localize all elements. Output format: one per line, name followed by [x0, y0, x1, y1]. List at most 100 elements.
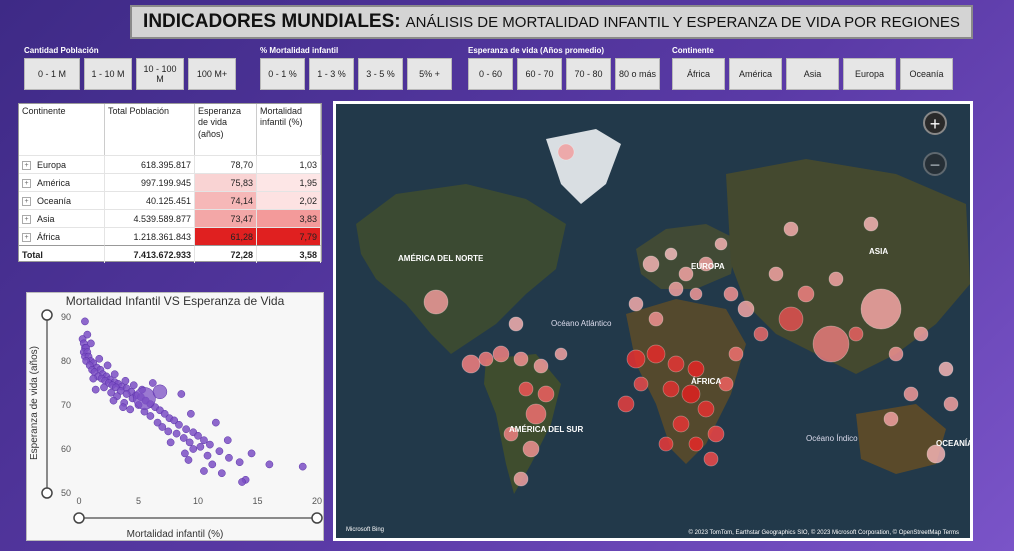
expand-icon[interactable]: +: [22, 215, 31, 225]
slicer-option-africa[interactable]: África: [672, 58, 725, 90]
scatter-point[interactable]: [206, 440, 214, 449]
scatter-point[interactable]: [122, 390, 131, 398]
map-country-bubble[interactable]: [728, 346, 744, 362]
scatter-point[interactable]: [208, 460, 217, 469]
scatter-point[interactable]: [175, 420, 183, 429]
x-range-handle-left[interactable]: [73, 512, 85, 524]
column-header-continent[interactable]: Continente: [19, 104, 105, 155]
map-country-bubble[interactable]: [860, 288, 902, 330]
map-country-bubble[interactable]: [646, 344, 666, 364]
world-map[interactable]: AMÉRICA DEL NORTE EUROPA ASIA Océano Atl…: [333, 101, 973, 541]
map-country-bubble[interactable]: [797, 285, 815, 303]
map-country-bubble[interactable]: [723, 286, 739, 302]
map-country-bubble[interactable]: [888, 346, 904, 362]
map-country-bubble[interactable]: [648, 311, 664, 327]
map-country-bubble[interactable]: [642, 255, 660, 273]
map-country-bubble[interactable]: [513, 471, 529, 487]
map-country-bubble[interactable]: [628, 296, 644, 312]
slicer-option-5pct-plus[interactable]: 5% +: [407, 58, 452, 90]
scatter-point[interactable]: [129, 381, 138, 390]
scatter-point[interactable]: [158, 423, 167, 431]
x-range-handle-right[interactable]: [311, 512, 323, 524]
scatter-point[interactable]: [172, 429, 181, 438]
scatter-point[interactable]: [103, 361, 112, 370]
slicer-option-oceania[interactable]: Oceanía: [900, 58, 953, 90]
scatter-point[interactable]: [89, 374, 98, 383]
map-country-bubble[interactable]: [863, 216, 879, 232]
scatter-point[interactable]: [87, 339, 95, 348]
y-range-handle-bottom[interactable]: [41, 487, 53, 499]
map-canvas[interactable]: AMÉRICA DEL NORTE EUROPA ASIA Océano Atl…: [336, 104, 970, 538]
scatter-point[interactable]: [121, 376, 130, 385]
map-country-bubble[interactable]: [848, 326, 864, 342]
map-country-bubble[interactable]: [668, 281, 684, 297]
scatter-point[interactable]: [119, 403, 127, 412]
scatter-bubble[interactable]: [133, 387, 156, 410]
map-country-bubble[interactable]: [664, 247, 678, 261]
map-country-bubble[interactable]: [689, 287, 703, 301]
slicer-option-0-60[interactable]: 0 - 60: [468, 58, 513, 90]
slicer-option-80-plus[interactable]: 80 o más: [615, 58, 660, 90]
scatter-point[interactable]: [194, 431, 202, 440]
map-country-bubble[interactable]: [703, 451, 719, 467]
map-country-bubble[interactable]: [461, 354, 481, 374]
scatter-point[interactable]: [235, 458, 244, 467]
map-country-bubble[interactable]: [768, 266, 784, 282]
scatter-point[interactable]: [100, 383, 108, 392]
scatter-point[interactable]: [83, 330, 92, 339]
scatter-point[interactable]: [189, 445, 198, 453]
slicer-option-60-70[interactable]: 60 - 70: [517, 58, 562, 90]
scatter-point[interactable]: [298, 462, 307, 471]
map-country-bubble[interactable]: [783, 221, 799, 237]
map-country-bubble[interactable]: [478, 351, 494, 367]
y-range-handle-top[interactable]: [41, 309, 53, 321]
map-country-bubble[interactable]: [883, 411, 899, 427]
map-country-bubble[interactable]: [658, 436, 674, 452]
slicer-option-70-80[interactable]: 70 - 80: [566, 58, 611, 90]
scatter-point[interactable]: [184, 456, 193, 464]
scatter-point[interactable]: [225, 453, 233, 462]
scatter-point[interactable]: [110, 370, 119, 379]
slicer-option-1-3pct[interactable]: 1 - 3 %: [309, 58, 354, 90]
scatter-point[interactable]: [91, 385, 100, 394]
scatter-point[interactable]: [177, 390, 186, 398]
map-country-bubble[interactable]: [778, 306, 804, 332]
scatter-point[interactable]: [146, 412, 155, 420]
scatter-point[interactable]: [212, 418, 220, 427]
scatter-point[interactable]: [238, 478, 246, 486]
scatter-point[interactable]: [166, 438, 175, 447]
map-country-bubble[interactable]: [687, 360, 705, 378]
zoom-in-icon[interactable]: +: [923, 111, 947, 135]
map-country-bubble[interactable]: [537, 385, 555, 403]
map-country-bubble[interactable]: [554, 347, 568, 361]
scatter-point[interactable]: [182, 425, 190, 434]
map-country-bubble[interactable]: [913, 326, 929, 342]
scatter-point[interactable]: [265, 460, 274, 469]
scatter-point[interactable]: [181, 449, 189, 458]
expand-icon[interactable]: +: [22, 197, 31, 207]
scatter-bubble[interactable]: [152, 384, 168, 400]
slicer-option-100m-plus[interactable]: 100 M+: [188, 58, 236, 90]
slicer-option-0-1m[interactable]: 0 - 1 M: [24, 58, 80, 90]
map-country-bubble[interactable]: [672, 415, 690, 433]
expand-icon[interactable]: +: [22, 179, 31, 189]
map-country-bubble[interactable]: [737, 300, 755, 318]
scatter-point[interactable]: [215, 447, 224, 456]
map-country-bubble[interactable]: [812, 325, 850, 363]
map-country-bubble[interactable]: [633, 376, 649, 392]
column-header-life[interactable]: Esperanza de vida (años): [195, 104, 257, 155]
scatter-point[interactable]: [200, 436, 208, 445]
slicer-option-1-10m[interactable]: 1 - 10 M: [84, 58, 132, 90]
scatter-point[interactable]: [196, 442, 205, 451]
map-country-bubble[interactable]: [828, 271, 844, 287]
scatter-point[interactable]: [81, 317, 89, 326]
map-country-bubble[interactable]: [681, 384, 701, 404]
column-header-population[interactable]: Total Población: [105, 104, 195, 155]
scatter-point[interactable]: [179, 434, 188, 442]
map-country-bubble[interactable]: [525, 403, 547, 425]
slicer-option-0-1pct[interactable]: 0 - 1 %: [260, 58, 305, 90]
scatter-point[interactable]: [95, 354, 104, 363]
map-country-bubble[interactable]: [667, 355, 685, 373]
map-country-bubble[interactable]: [617, 395, 635, 413]
map-country-bubble[interactable]: [714, 237, 728, 251]
